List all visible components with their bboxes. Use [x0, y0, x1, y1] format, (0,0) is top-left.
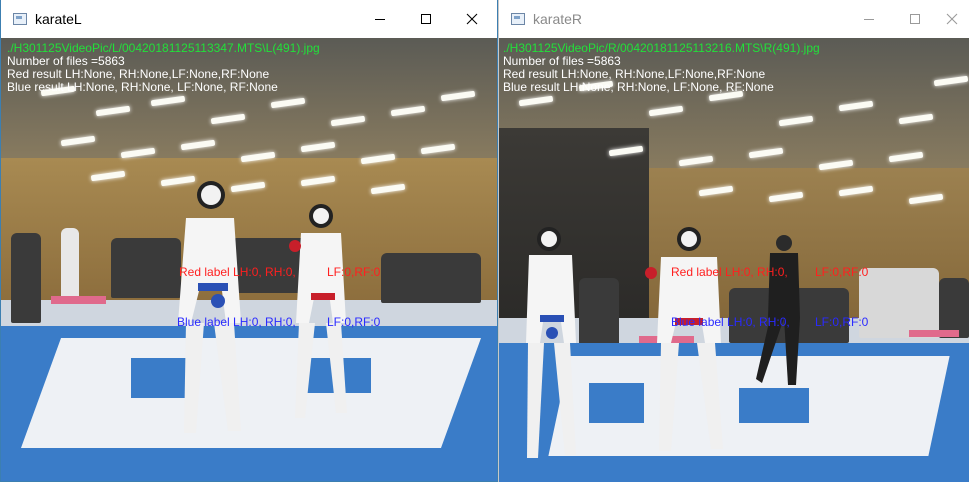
title-bar[interactable]: karateL — [1, 0, 497, 38]
referee — [756, 235, 800, 385]
maximize-icon — [421, 14, 431, 24]
maximize-icon — [910, 14, 920, 24]
window-karate-left: karateL ./H301125VideoPic/L/004201811251… — [0, 0, 498, 482]
dojo-scene-image — [1, 38, 497, 481]
blue-label-text: Blue label LH:0, RH:0, — [177, 315, 296, 329]
red-label-feet-text: LF:0,RF:0 — [815, 265, 869, 279]
window-title: karateL — [35, 11, 82, 27]
minimize-button[interactable] — [846, 0, 892, 38]
red-label-text: Red label LH:0, RH:0, — [671, 265, 788, 279]
video-frame-left: ./H301125VideoPic/L/00420181125113347.MT… — [1, 38, 497, 481]
close-button[interactable] — [449, 0, 495, 38]
dojo-scene-image — [499, 38, 969, 482]
red-result-text: Red result LH:None, RH:None,LF:None,RF:N… — [7, 67, 270, 81]
window-title: karateR — [533, 11, 583, 27]
red-fighter — [289, 204, 347, 418]
blue-label-text: Blue label LH:0, RH:0, — [671, 315, 790, 329]
close-icon — [466, 13, 478, 25]
red-result-text: Red result LH:None, RH:None,LF:None,RF:N… — [503, 67, 766, 81]
image-path-text: ./H301125VideoPic/R/00420181125113216.MT… — [503, 41, 820, 55]
app-window-icon — [511, 13, 525, 25]
close-button[interactable] — [934, 0, 969, 38]
blue-fighter — [526, 227, 576, 458]
blue-label-feet-text: LF:0,RF:0 — [327, 315, 381, 329]
blue-fighter — [178, 181, 241, 433]
window-karate-right: karateR ./H301125VideoPic/R/004201811251… — [498, 0, 969, 482]
maximize-button[interactable] — [403, 0, 449, 38]
blue-result-text: Blue result LH:None, RH:None, LF:None, R… — [7, 80, 278, 94]
minimize-button[interactable] — [357, 0, 403, 38]
minimize-icon — [864, 19, 874, 20]
file-count-text: Number of files =5863 — [7, 54, 125, 68]
blue-label-feet-text: LF:0,RF:0 — [815, 315, 869, 329]
red-label-feet-text: LF:0,RF:0 — [327, 265, 381, 279]
red-label-text: Red label LH:0, RH:0, — [179, 265, 296, 279]
image-path-text: ./H301125VideoPic/L/00420181125113347.MT… — [7, 41, 320, 55]
video-frame-right: ./H301125VideoPic/R/00420181125113216.MT… — [499, 38, 969, 482]
red-fighter — [645, 227, 723, 451]
app-window-icon — [13, 13, 27, 25]
blue-result-text: Blue result LH:None, RH:None, LF:None, R… — [503, 80, 774, 94]
minimize-icon — [375, 19, 385, 20]
maximize-button[interactable] — [892, 0, 938, 38]
title-bar[interactable]: karateR — [499, 0, 969, 38]
file-count-text: Number of files =5863 — [503, 54, 621, 68]
close-icon — [946, 13, 958, 25]
